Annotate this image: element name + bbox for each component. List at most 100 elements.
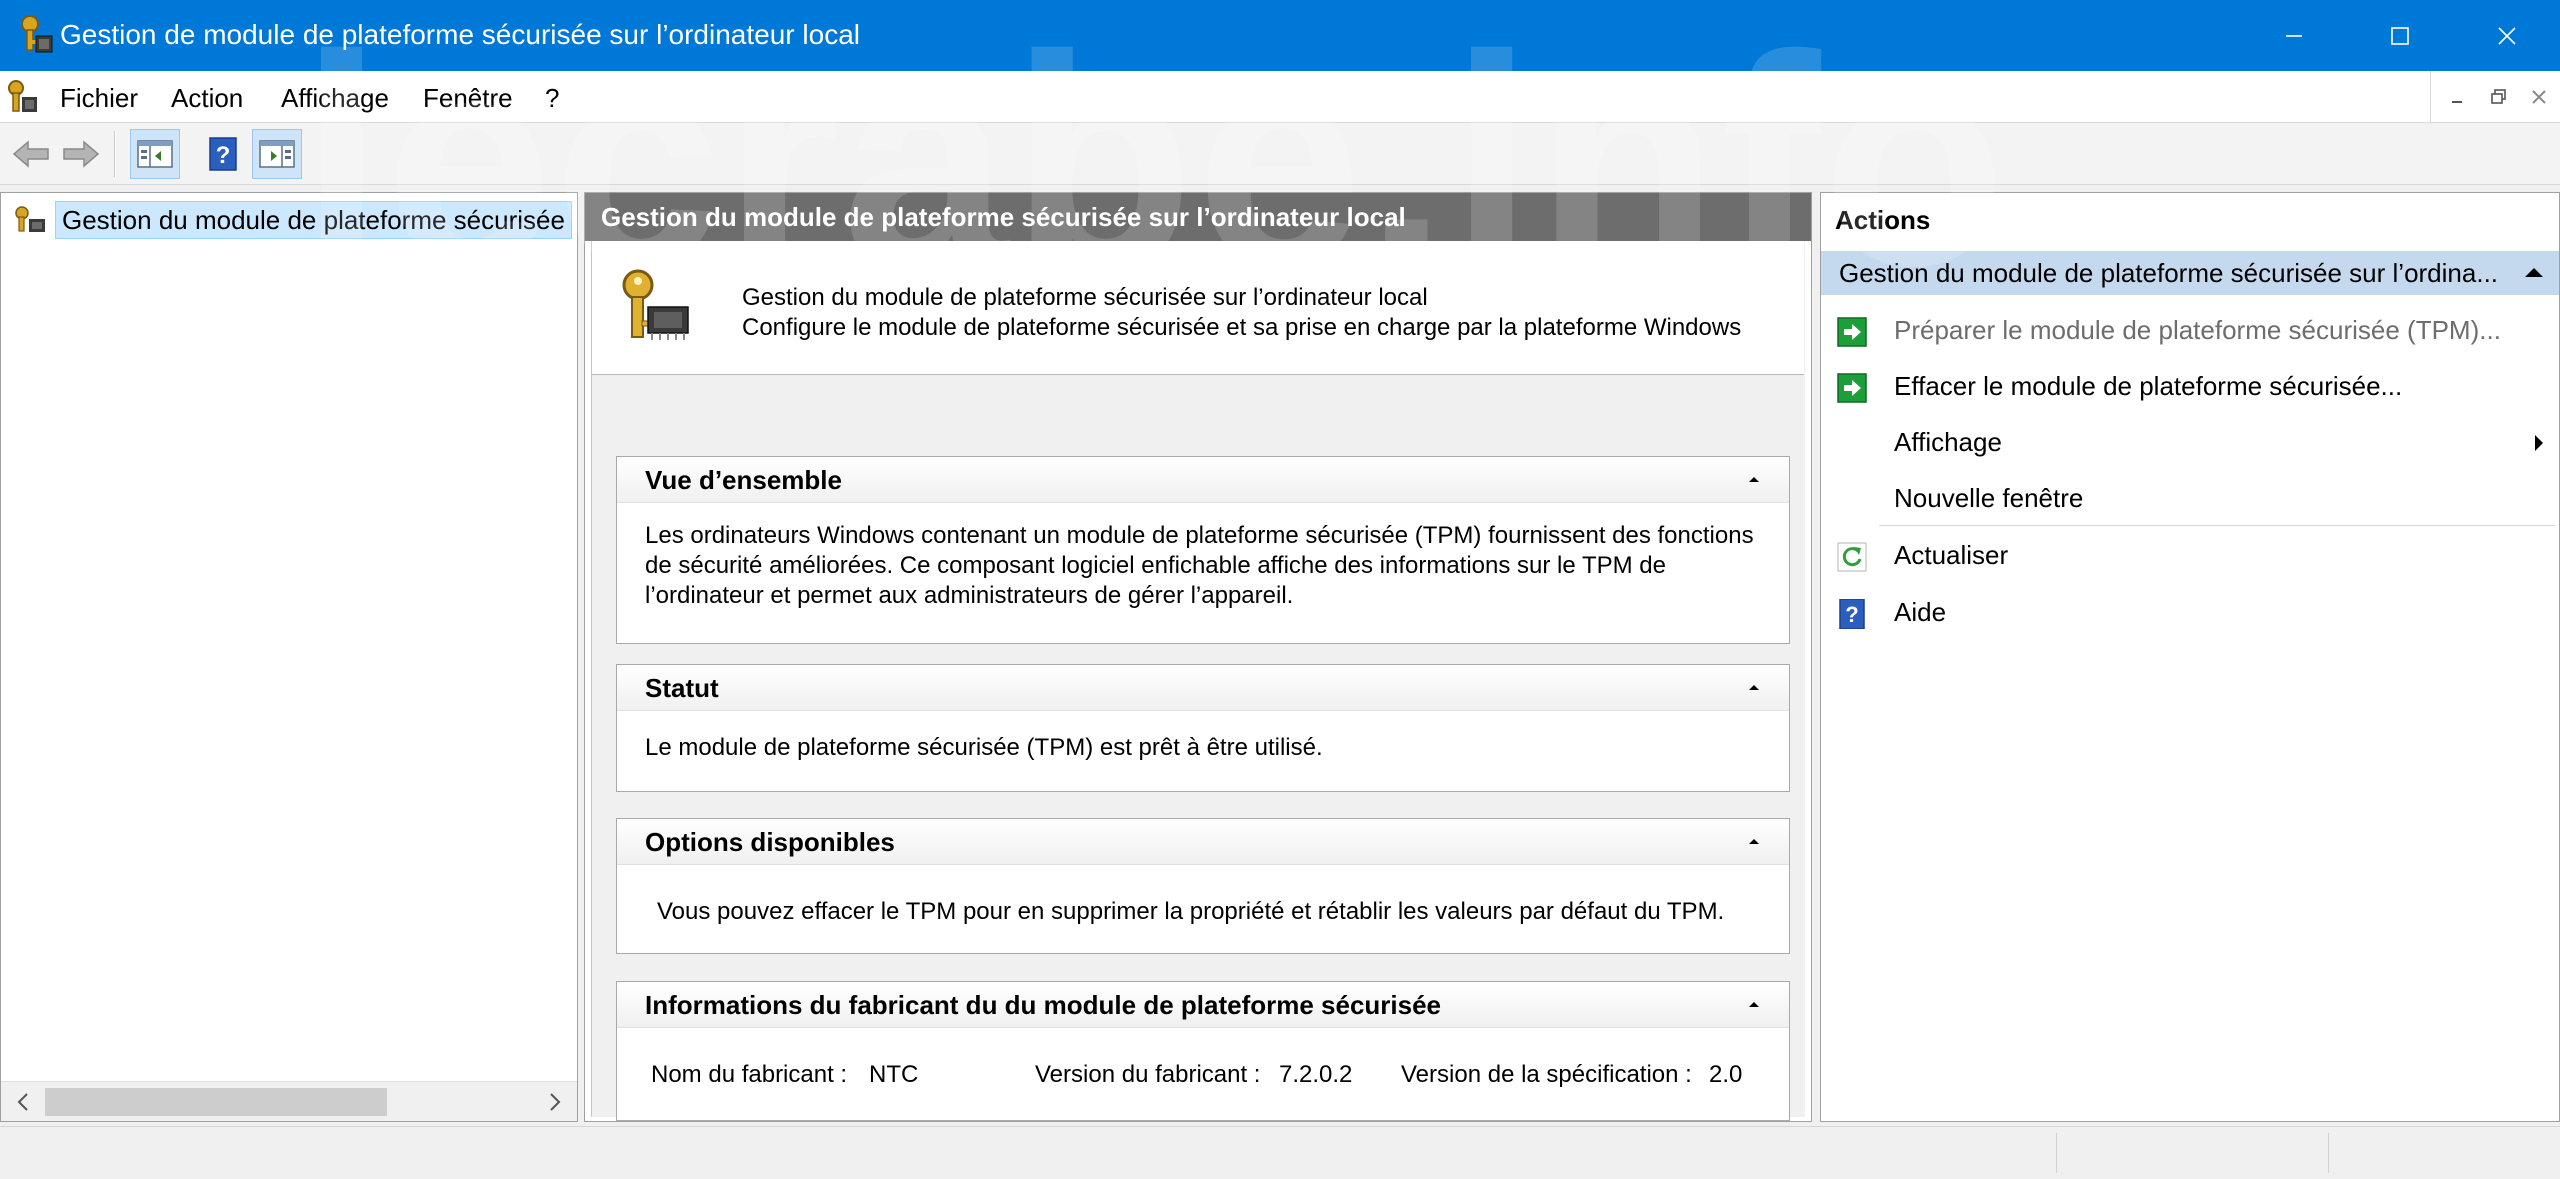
mdi-restore-button[interactable] xyxy=(2479,81,2519,113)
mdi-close-button[interactable] xyxy=(2519,81,2559,113)
submenu-arrow-icon xyxy=(2535,435,2543,451)
tpm-key-icon xyxy=(616,267,694,345)
intro-panel: Gestion du module de plateforme sécurisé… xyxy=(592,241,1804,375)
tree-item-tpm-management[interactable]: Gestion du module de plateforme sécurisé… xyxy=(7,199,573,241)
refresh-icon xyxy=(1837,542,1867,572)
close-icon xyxy=(2498,26,2516,45)
green-arrow-icon xyxy=(1837,373,1867,403)
intro-description: Configure le module de plateforme sécuri… xyxy=(742,314,1742,341)
chevron-right-icon xyxy=(550,1093,561,1111)
title-bar: Gestion de module de plateforme sécurisé… xyxy=(0,0,2560,71)
section-title: Statut xyxy=(645,673,719,703)
result-pane-content: Gestion du module de plateforme sécurisé… xyxy=(591,241,1805,1121)
maximize-button[interactable] xyxy=(2347,0,2453,71)
action-label: Effacer le module de plateforme sécurisé… xyxy=(1894,371,2403,401)
section-available-options: Options disponibles Vous pouvez effacer … xyxy=(616,818,1790,954)
spec-version-value: 2.0 xyxy=(1709,1061,1743,1088)
help-icon: ? xyxy=(1839,599,1865,629)
action-view[interactable]: Affichage xyxy=(1821,417,2559,469)
options-text: Vous pouvez effacer le TPM pour en suppr… xyxy=(657,898,1725,925)
action-label: Actualiser xyxy=(1894,540,2009,570)
manufacturer-version-value: 7.2.0.2 xyxy=(1279,1061,1353,1088)
action-refresh[interactable]: Actualiser xyxy=(1821,530,2559,582)
manufacturer-version-label: Version du fabricant : xyxy=(1035,1061,1261,1088)
manufacturer-name-label: Nom du fabricant : xyxy=(651,1061,848,1088)
green-arrow-icon xyxy=(1837,317,1867,347)
collapse-arrow-icon[interactable] xyxy=(2523,265,2545,279)
scroll-left-button[interactable] xyxy=(11,1090,35,1114)
show-hide-console-tree-icon xyxy=(137,140,173,168)
tpm-key-icon xyxy=(13,205,49,235)
section-title: Vue d’ensemble xyxy=(645,465,842,495)
action-prepare-tpm[interactable]: Préparer le module de plateforme sécuris… xyxy=(1821,305,2559,357)
back-button[interactable] xyxy=(6,129,56,179)
overview-text: Les ordinateurs Windows contenant un mod… xyxy=(645,522,1754,609)
status-bar-separator xyxy=(2056,1133,2057,1173)
menu-fichier[interactable]: Fichier xyxy=(60,83,138,113)
actions-pane: Actions Gestion du module de plateforme … xyxy=(1820,192,2560,1122)
forward-button[interactable] xyxy=(56,129,106,179)
toolbar-separator xyxy=(114,131,116,177)
back-arrow-icon xyxy=(12,140,49,168)
tree-item-label: Gestion du module de plateforme sécurisé… xyxy=(55,201,572,239)
restore-icon xyxy=(2491,89,2506,104)
section-header[interactable]: Statut xyxy=(617,665,1789,711)
menu-fenetre[interactable]: Fenêtre xyxy=(423,83,513,113)
status-text: Le module de plateforme sécurisée (TPM) … xyxy=(645,734,1323,761)
manufacturer-name-value: NTC xyxy=(869,1061,919,1088)
close-icon xyxy=(2532,90,2546,104)
menu-help[interactable]: ? xyxy=(545,83,559,113)
menu-affichage[interactable]: Affichage xyxy=(281,83,389,113)
section-status: Statut Le module de plateforme sécurisée… xyxy=(616,664,1790,792)
system-menu-icon[interactable] xyxy=(6,79,40,115)
maximize-icon xyxy=(2391,26,2409,45)
action-clear-tpm[interactable]: Effacer le module de plateforme sécurisé… xyxy=(1821,361,2559,413)
section-header[interactable]: Options disponibles xyxy=(617,819,1789,865)
mdi-controls xyxy=(2430,71,2560,123)
tpm-key-icon xyxy=(18,14,56,56)
action-label: Aide xyxy=(1894,597,1947,627)
actions-group-label: Gestion du module de plateforme sécurisé… xyxy=(1839,258,2499,288)
window-title: Gestion de module de plateforme sécurisé… xyxy=(60,19,860,50)
result-pane-header: Gestion du module de plateforme sécurisé… xyxy=(585,193,1811,241)
scrollbar-thumb[interactable] xyxy=(45,1088,387,1116)
tree-horizontal-scrollbar[interactable] xyxy=(1,1081,577,1121)
section-manufacturer-info: Informations du fabricant du du module d… xyxy=(616,981,1790,1121)
action-label: Préparer le module de plateforme sécuris… xyxy=(1894,315,2501,345)
action-help[interactable]: ? Aide xyxy=(1821,587,2559,639)
minimize-icon xyxy=(2286,34,2302,37)
show-hide-action-pane-button[interactable] xyxy=(252,129,302,179)
show-hide-console-tree-button[interactable] xyxy=(130,129,180,179)
section-header[interactable]: Informations du fabricant du du module d… xyxy=(617,982,1789,1028)
collapse-arrow-icon[interactable] xyxy=(1747,681,1761,693)
help-toolbar-button[interactable]: ? xyxy=(198,129,248,179)
section-title: Informations du fabricant du du module d… xyxy=(645,990,1442,1020)
mdi-minimize-button[interactable] xyxy=(2437,81,2477,113)
minimize-icon xyxy=(2452,101,2462,103)
minimize-button[interactable] xyxy=(2241,0,2347,71)
chevron-left-icon xyxy=(17,1093,28,1111)
help-icon: ? xyxy=(209,137,237,171)
scroll-right-button[interactable] xyxy=(543,1090,567,1114)
section-title: Options disponibles xyxy=(645,827,895,857)
svg-text:?: ? xyxy=(216,142,231,169)
action-new-window[interactable]: Nouvelle fenêtre xyxy=(1821,473,2559,525)
svg-text:?: ? xyxy=(1845,602,1858,627)
collapse-arrow-icon[interactable] xyxy=(1747,473,1761,485)
actions-title: Actions xyxy=(1835,205,1931,235)
toolbar: ? xyxy=(0,123,2560,185)
spec-version-label: Version de la spécification : xyxy=(1401,1061,1692,1088)
console-tree-pane: Gestion du module de plateforme sécurisé… xyxy=(0,192,578,1122)
status-bar-separator xyxy=(2328,1133,2329,1173)
status-bar xyxy=(0,1126,2560,1179)
close-button[interactable] xyxy=(2454,0,2560,71)
actions-group-header[interactable]: Gestion du module de plateforme sécurisé… xyxy=(1821,251,2559,295)
forward-arrow-icon xyxy=(63,140,100,168)
actions-separator xyxy=(1879,525,2555,526)
action-label: Affichage xyxy=(1894,427,2002,457)
section-header[interactable]: Vue d’ensemble xyxy=(617,457,1789,503)
collapse-arrow-icon[interactable] xyxy=(1747,835,1761,847)
action-label: Nouvelle fenêtre xyxy=(1894,483,2084,513)
menu-action[interactable]: Action xyxy=(171,83,243,113)
collapse-arrow-icon[interactable] xyxy=(1747,998,1761,1010)
